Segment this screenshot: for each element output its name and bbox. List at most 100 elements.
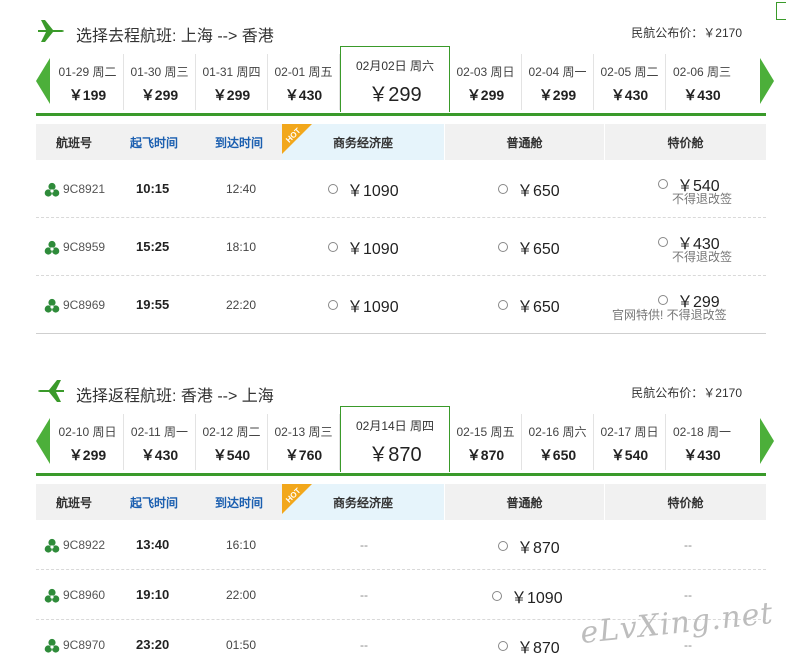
date-label: 02-13 周三 [274,425,333,439]
airplane-icon [38,20,64,42]
date-tab[interactable]: 02-06 周三 ￥430 [666,54,738,110]
business-fare-empty: -- [360,538,368,552]
fare-radio[interactable] [498,242,508,252]
date-price: ￥430 [610,87,649,103]
flight-number: 9C8970 [63,638,106,652]
date-price: ￥299 [140,87,179,103]
date-price: ￥430 [140,447,179,463]
date-tab[interactable]: 01-31 周四 ￥299 [196,54,268,110]
outbound-date-bar: 01-29 周二 ￥199 01-30 周三 ￥299 01-31 周四 ￥299 0… [36,46,774,116]
fare-radio[interactable] [328,300,338,310]
date-label: 02-10 周日 [58,425,117,439]
spring-airlines-logo-icon [44,638,60,653]
table-row: 9C8921 10:15 12:40 ￥1090 ￥650 ￥540 不得退改签 [36,160,766,218]
fare-radio[interactable] [658,295,668,305]
arrival-time: 22:00 [226,588,257,602]
economy-fare-option[interactable]: ￥1090 [492,584,563,608]
departure-time: 15:25 [136,239,170,254]
fare-price: ￥1090 [347,241,399,258]
date-tab[interactable]: 02-04 周一 ￥299 [522,54,594,110]
return-title: 选择返程航班: 香港 --> 上海 [76,388,274,405]
departure-time: 19:10 [136,587,170,602]
col-business-economy-label: 商务经济座 [332,495,393,510]
date-tab[interactable]: 01-30 周三 ￥299 [124,54,196,110]
spring-airlines-logo-icon [44,298,60,313]
date-tab[interactable]: 02-10 周日 ￥299 [52,414,124,470]
return-table-header: 航班号 起飞时间 到达时间 HOT 商务经济座 普通舱 特价舱 [36,484,766,520]
date-price: ￥299 [466,87,505,103]
fare-radio[interactable] [658,237,668,247]
table-row: 9C8969 19:55 22:20 ￥1090 ￥650 ￥299 官网特供!… [36,276,766,334]
date-tab[interactable]: 01-29 周二 ￥199 [52,54,124,110]
business-fare-empty: -- [360,588,368,602]
fare-radio[interactable] [658,179,668,189]
outbound-header: 选择去程航班: 上海 --> 香港 民航公布价：￥2170 [0,0,786,48]
fare-radio[interactable] [328,184,338,194]
fare-radio[interactable] [492,591,502,601]
arrow-left-icon[interactable] [36,418,50,464]
date-price: ￥299 [538,87,577,103]
date-label: 02-05 周二 [600,65,659,79]
date-tab[interactable]: 02-01 周五 ￥430 [268,54,340,110]
fare-radio[interactable] [498,300,508,310]
arrival-time: 16:10 [226,538,257,552]
date-label: 02-18 周一 [672,425,732,439]
date-tab[interactable]: 02-17 周日 ￥540 [594,414,666,470]
date-label: 02-03 周日 [456,65,515,79]
date-label: 02-16 周六 [528,425,587,439]
date-tab[interactable]: 02-03 周日 ￥299 [450,54,522,110]
fare-price: ￥1090 [347,183,399,200]
date-label: 02月14日 周四 [355,419,435,433]
arrival-time: 22:20 [226,298,257,312]
fare-radio[interactable] [498,184,508,194]
fare-price: ￥650 [517,183,560,200]
fare-price: ￥1090 [347,299,399,316]
col-arrival-time[interactable]: 到达时间 [196,484,282,520]
departure-time: 19:55 [136,297,170,312]
date-tab[interactable]: 02-16 周六 ￥650 [522,414,594,470]
airplane-icon [38,380,64,402]
departure-time: 10:15 [136,181,170,196]
date-tab[interactable]: 02-15 周五 ￥870 [450,414,522,470]
date-label: 02-04 周一 [528,65,587,79]
economy-fare-option[interactable]: ￥870 [498,634,560,658]
fare-radio[interactable] [498,541,508,551]
fare-price: ￥870 [517,540,560,557]
date-tab[interactable]: 02-12 周二 ￥540 [196,414,268,470]
fare-price: ￥650 [517,241,560,258]
col-departure-time[interactable]: 起飞时间 [112,484,196,520]
col-departure-time[interactable]: 起飞时间 [112,124,196,160]
business-fare-option[interactable]: ￥1090 [328,235,399,259]
flight-number: 9C8960 [63,588,106,602]
date-tab[interactable]: 02-13 周三 ￥760 [268,414,340,470]
date-tab[interactable]: 02-18 周一 ￥430 [666,414,738,470]
date-bar-underline [36,113,766,116]
date-label: 02-17 周日 [600,425,659,439]
arrow-left-icon[interactable] [36,58,50,104]
economy-fare-option[interactable]: ￥650 [498,177,560,201]
date-price: ￥299 [212,87,251,103]
date-label: 01-31 周四 [202,65,261,79]
economy-fare-option[interactable]: ￥650 [498,235,560,259]
fare-price: ￥650 [517,299,560,316]
business-fare-option[interactable]: ￥1090 [328,293,399,317]
col-business-economy-label: 商务经济座 [332,135,393,150]
flight-number: 9C8922 [63,538,106,552]
business-fare-option[interactable]: ￥1090 [328,177,399,201]
fare-price: ￥870 [517,640,560,657]
fare-radio[interactable] [328,242,338,252]
departure-time: 13:40 [136,537,170,552]
date-label: 01-30 周三 [130,65,189,79]
right-edge-panel [772,0,786,661]
col-arrival-time[interactable]: 到达时间 [196,124,282,160]
date-tab-selected[interactable]: 02月14日 周四 ￥870 [340,406,450,472]
date-price: ￥870 [368,444,422,466]
date-tab[interactable]: 02-05 周二 ￥430 [594,54,666,110]
economy-fare-option[interactable]: ￥650 [498,293,560,317]
date-tab-selected[interactable]: 02月02日 周六 ￥299 [340,46,450,112]
fare-radio[interactable] [498,641,508,651]
date-tab[interactable]: 02-11 周一 ￥430 [124,414,196,470]
economy-fare-option[interactable]: ￥870 [498,534,560,558]
col-business-economy: HOT 商务经济座 [282,124,444,160]
arrival-time: 12:40 [226,182,257,196]
